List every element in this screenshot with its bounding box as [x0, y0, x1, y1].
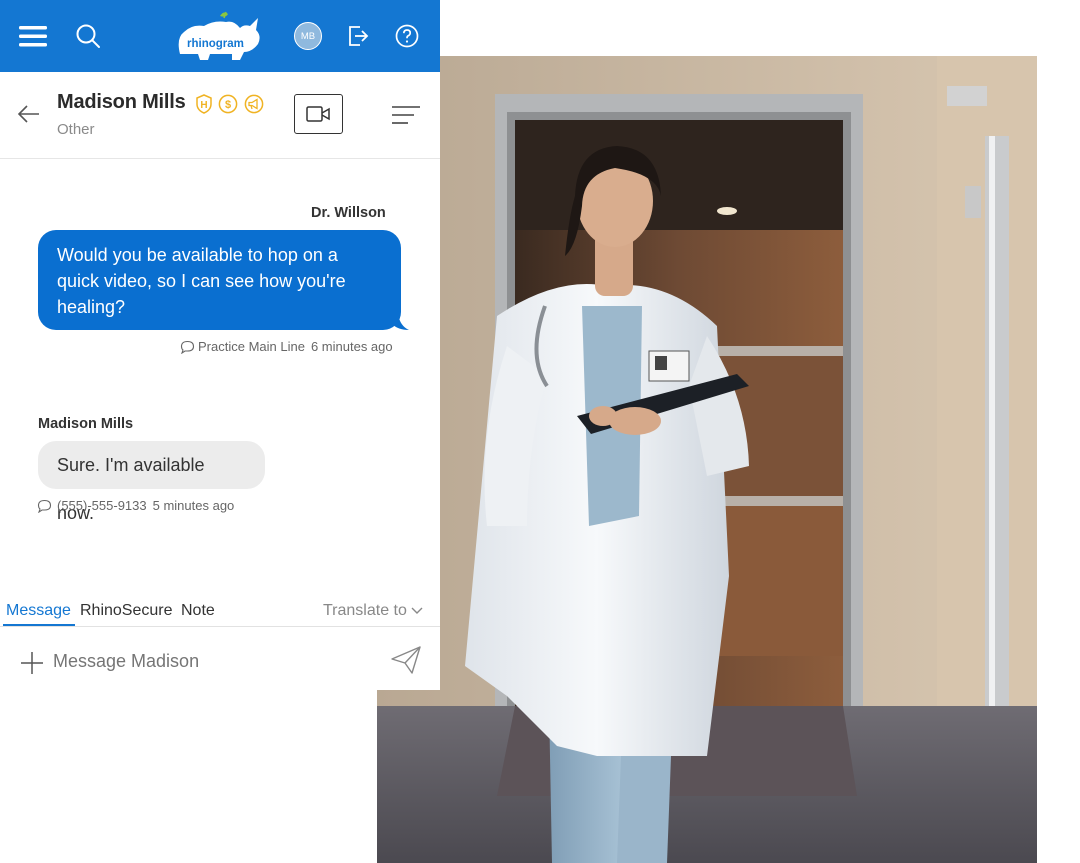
outgoing-channel: Practice Main Line — [198, 339, 305, 354]
translate-dropdown[interactable]: Translate to — [323, 602, 423, 620]
logout-icon[interactable] — [346, 22, 370, 50]
help-icon[interactable] — [394, 22, 420, 50]
active-tab-indicator — [3, 624, 75, 626]
message-input[interactable] — [53, 651, 373, 672]
video-camera-icon — [305, 106, 330, 122]
tab-message[interactable]: Message — [6, 602, 71, 620]
incoming-sender-name: Madison Mills — [38, 416, 134, 432]
tab-rhinosecure[interactable]: RhinoSecure — [80, 602, 173, 620]
avatar-initials: MB — [300, 30, 316, 42]
megaphone-badge-icon — [244, 94, 264, 114]
chat-bubble-icon — [37, 499, 52, 513]
rhinogram-logo: rhinogram . — [174, 8, 266, 66]
outgoing-message-line: Would you be available to hop on a — [57, 245, 338, 265]
brand-text: rhinogram — [187, 38, 244, 50]
incoming-channel: (555)-555-9133 — [57, 498, 147, 513]
contact-name[interactable]: Madison Mills — [57, 91, 186, 114]
incoming-message-bubble: Sure. I'm available now. — [38, 441, 265, 523]
messaging-app: rhinogram . MB Madison Mills Other H $ D… — [0, 0, 440, 690]
message-composer — [0, 627, 440, 690]
add-attachment-icon[interactable] — [20, 651, 44, 680]
tab-note[interactable]: Note — [181, 602, 215, 620]
bubble-tail — [392, 314, 409, 330]
menu-icon[interactable] — [17, 22, 49, 50]
top-navigation-bar: rhinogram . MB — [0, 0, 440, 72]
outgoing-time: 6 minutes ago — [310, 339, 393, 354]
back-arrow-icon[interactable] — [17, 104, 41, 124]
outgoing-sender-name: Dr. Willson — [311, 205, 386, 221]
outgoing-message-bubble: Would you be available to hop on a quick… — [38, 230, 401, 330]
avatar[interactable]: MB — [293, 22, 323, 50]
hipaa-badge-icon: H — [194, 94, 214, 114]
chat-bubble-icon — [180, 340, 195, 354]
composer-tabs: Message RhinoSecure Note Translate to — [0, 596, 440, 627]
outgoing-message-meta: Practice Main Line 6 minutes ago — [180, 339, 393, 354]
search-icon[interactable] — [74, 22, 102, 50]
outgoing-message-line: quick video, so I can see how you're — [57, 271, 346, 291]
conversation-header: Madison Mills Other H $ — [0, 72, 440, 159]
chevron-down-icon — [411, 607, 423, 614]
incoming-time: 5 minutes ago — [152, 498, 235, 513]
send-icon[interactable] — [390, 645, 422, 680]
incoming-message-meta: (555)-555-9133 5 minutes ago — [37, 498, 234, 513]
translate-label: Translate to — [323, 602, 407, 619]
hipaa-letter: H — [200, 100, 207, 111]
payment-badge-icon: $ — [218, 94, 238, 114]
outgoing-message-line: healing? — [57, 297, 126, 317]
svg-text:.: . — [242, 40, 244, 49]
doctor-photo — [377, 56, 1037, 863]
contact-subtitle: Other — [57, 121, 95, 138]
conversation-menu-icon[interactable] — [392, 106, 420, 124]
payment-symbol: $ — [225, 99, 231, 111]
video-call-button[interactable] — [294, 94, 343, 134]
